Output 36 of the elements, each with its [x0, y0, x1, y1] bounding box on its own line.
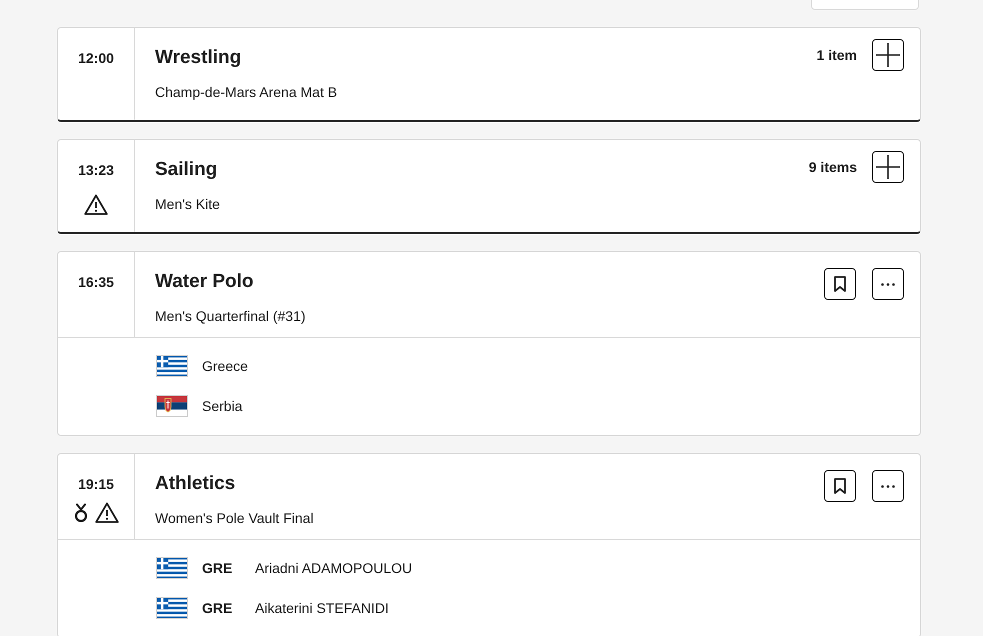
- greek-flag-icon: [156, 597, 188, 619]
- bookmark-icon: [834, 478, 846, 494]
- athlete-name: Aikaterini STEFANIDI: [255, 600, 389, 616]
- sport-title: Sailing: [155, 158, 218, 182]
- expand-button[interactable]: [872, 39, 904, 71]
- greek-flag-icon: [156, 355, 188, 377]
- event-detail: Champ-de-Mars Arena Mat B: [155, 83, 338, 101]
- event-time: 19:15: [78, 475, 114, 493]
- more-button[interactable]: [872, 470, 904, 502]
- event-detail: Men's Quarterfinal (#31): [155, 307, 306, 325]
- plus-icon: [876, 43, 900, 67]
- sport-title: Wrestling: [155, 46, 242, 70]
- bookmark-button[interactable]: [824, 268, 856, 300]
- more-button[interactable]: [872, 268, 904, 300]
- athlete-name: Ariadni ADAMOPOULOU: [255, 560, 412, 576]
- item-count: 1 item: [816, 47, 857, 63]
- expand-button[interactable]: [872, 151, 904, 183]
- event-detail: Women's Pole Vault Final: [155, 509, 314, 527]
- bookmark-button[interactable]: [824, 470, 856, 502]
- item-count: 9 items: [808, 159, 857, 175]
- greek-flag-icon: [156, 557, 188, 579]
- event-time: 13:23: [78, 161, 114, 179]
- plus-icon: [876, 155, 900, 179]
- bookmark-icon: [834, 276, 846, 292]
- more-icon: [881, 484, 895, 488]
- sport-title: Athletics: [155, 472, 236, 496]
- country-code: GRE: [202, 600, 234, 616]
- team-name: Greece: [202, 358, 248, 374]
- event-detail: Men's Kite: [155, 195, 220, 213]
- more-icon: [881, 282, 895, 286]
- event-time: 16:35: [78, 273, 114, 291]
- serbian-flag-icon: [156, 395, 188, 417]
- team-name: Serbia: [202, 398, 242, 414]
- sport-title: Water Polo: [155, 270, 254, 294]
- country-code: GRE: [202, 560, 234, 576]
- event-time: 12:00: [78, 49, 114, 67]
